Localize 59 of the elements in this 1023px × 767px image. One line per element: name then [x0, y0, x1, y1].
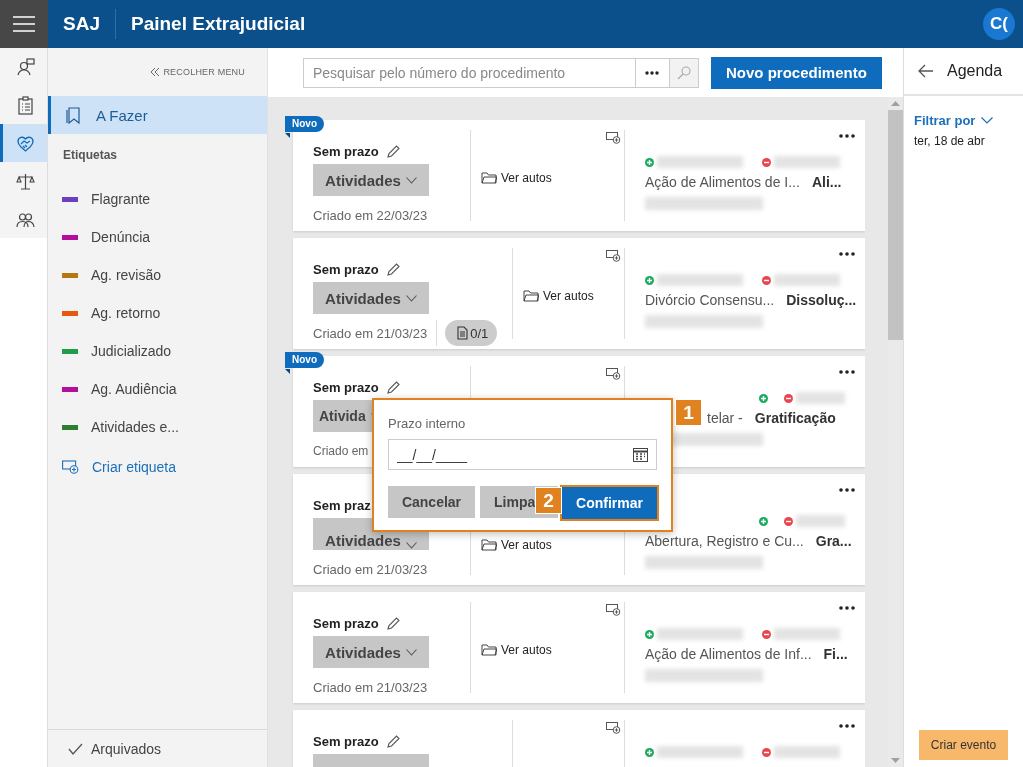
case-subject: Gratificação — [754, 410, 836, 426]
activities-dropdown[interactable]: Atividades — [313, 164, 429, 196]
activities-dropdown[interactable]: Atividades — [313, 636, 429, 668]
section-heading: Etiquetas — [62, 147, 118, 164]
created-date: Criado em 21/03/23 — [313, 561, 428, 577]
deadline-label: Sem praz — [313, 497, 371, 513]
created-date: Criado em 21/03/23 — [313, 679, 428, 695]
new-badge: Novo — [285, 116, 324, 132]
deadline-label: Sem prazo — [313, 143, 379, 159]
user-avatar[interactable]: C( — [983, 8, 1015, 40]
page-title: Painel Extrajudicial — [130, 13, 307, 35]
filter-dropdown[interactable]: Filtrar por — [914, 113, 1023, 128]
tag-item[interactable]: Atividades e... — [48, 408, 267, 446]
document-count-chip: 0/1 — [445, 320, 498, 346]
created-date: Criado em 22/03/23 — [313, 207, 428, 223]
activities-dropdown[interactable]: Ativida — [313, 400, 372, 432]
create-event-button[interactable]: Criar evento — [918, 730, 1009, 760]
cancel-button[interactable]: Cancelar — [388, 486, 475, 518]
tag-item[interactable]: Ag. revisão — [48, 256, 267, 294]
created-date: Criado em 21/03/23 — [313, 325, 428, 341]
case-title: telar - — [707, 410, 743, 426]
create-tag-link[interactable]: Criar etiqueta — [48, 446, 267, 488]
archived-link[interactable]: Arquivados — [48, 729, 267, 767]
case-subject: Fi... — [823, 646, 848, 662]
new-procedure-button[interactable]: Novo procedimento — [711, 56, 882, 89]
search-field[interactable]: Pesquisar pelo número do procedimento — [303, 57, 635, 88]
created-date: Criado em — [313, 444, 369, 458]
deadline-label: Sem prazo — [313, 261, 379, 277]
step-number-callout: 1 — [675, 399, 702, 426]
field-label: Prazo interno — [388, 416, 467, 432]
tag-item[interactable]: Flagrante — [48, 180, 267, 218]
view-records-link[interactable]: Ver autos — [481, 537, 552, 552]
activities-dropdown[interactable]: Atividades — [313, 282, 429, 314]
agenda-date: ter, 18 de abr — [914, 134, 986, 148]
case-title: Ação de Alimentos de I... — [645, 174, 800, 190]
case-title: Ação de Alimentos de Inf... — [645, 646, 812, 662]
tag-item[interactable]: Judicializado — [48, 332, 267, 370]
deadline-label: Sem prazo — [313, 733, 379, 749]
case-title: Abertura, Registro e Cu... — [645, 533, 804, 549]
tag-item[interactable]: Denúncia — [48, 218, 267, 256]
panel-title: Agenda — [947, 62, 1003, 80]
deadline-label: Sem prazo — [313, 615, 379, 631]
deadline-label: Sem prazo — [313, 379, 379, 395]
tag-item[interactable]: Ag. retorno — [48, 294, 267, 332]
sidebar-item[interactable]: A Fazer — [48, 96, 267, 134]
app-logo: SAJ — [63, 9, 116, 39]
case-subject: Gra... — [815, 533, 852, 549]
view-records-link[interactable]: Ver autos — [481, 170, 552, 185]
step-number-callout: 2 — [535, 487, 562, 514]
case-subject: Dissoluç... — [786, 292, 857, 308]
view-records-link[interactable]: Ver autos — [481, 642, 552, 657]
confirm-button[interactable]: Confirmar — [562, 487, 657, 519]
collapse-menu-link[interactable]: RECOLHER MENU — [151, 67, 245, 77]
case-subject: Ali... — [811, 174, 842, 190]
case-title: Divórcio Consensu... — [645, 292, 775, 308]
new-badge: Novo — [285, 352, 324, 368]
tag-item[interactable]: Ag. Audiência — [48, 370, 267, 408]
view-records-link[interactable]: Ver autos — [523, 288, 594, 303]
date-field[interactable]: __/__/____ — [388, 439, 657, 470]
